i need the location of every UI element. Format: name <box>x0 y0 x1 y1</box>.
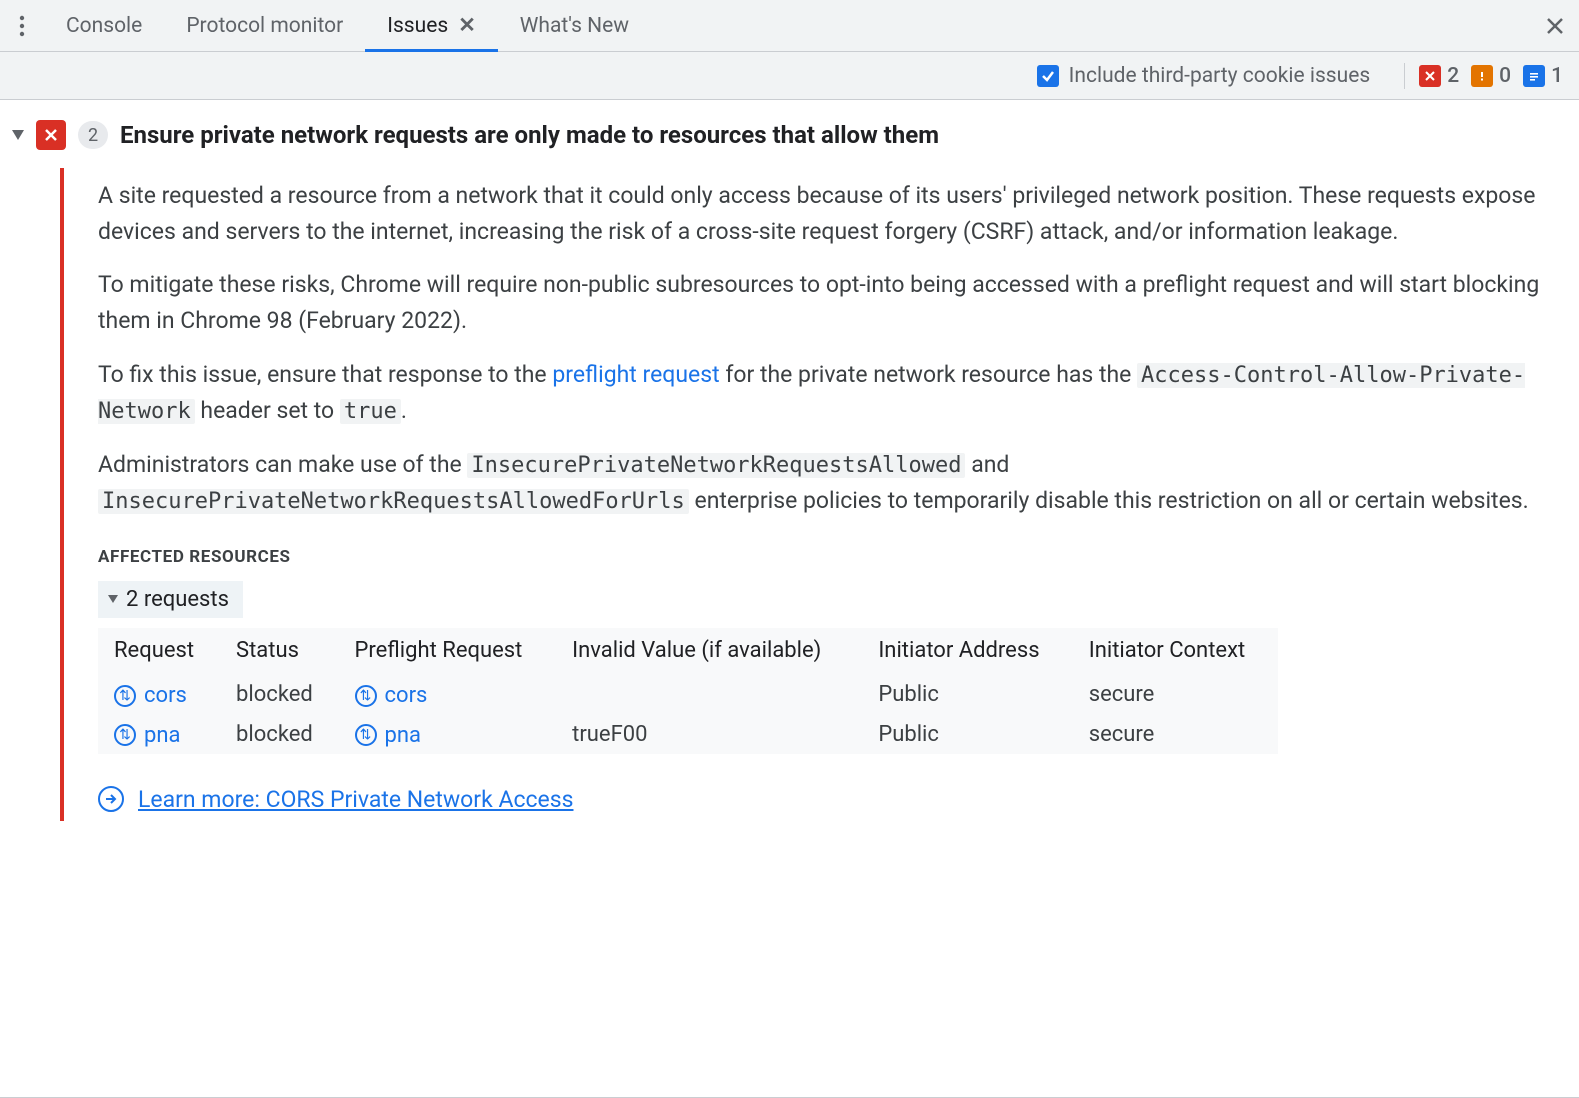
divider <box>1404 63 1405 89</box>
issues-toolbar: Include third-party cookie issues 2 0 1 <box>0 52 1579 100</box>
invalid-cell <box>556 675 862 715</box>
learn-more-row: Learn more: CORS Private Network Access <box>98 786 1555 813</box>
col-addr: Initiator Address <box>862 628 1072 675</box>
issue-description-1: A site requested a resource from a netwo… <box>98 178 1555 249</box>
issue-description-2: To mitigate these risks, Chrome will req… <box>98 267 1555 338</box>
tab-console[interactable]: Console <box>44 0 164 51</box>
code-policy-1: InsecurePrivateNetworkRequestsAllowed <box>467 453 965 478</box>
addr-cell: Public <box>862 675 1072 715</box>
learn-more-link[interactable]: Learn more: CORS Private Network Access <box>138 786 573 813</box>
col-ctx: Initiator Context <box>1073 628 1278 675</box>
code-policy-2: InsecurePrivateNetworkRequestsAllowedFor… <box>98 489 689 514</box>
issue-body: A site requested a resource from a netwo… <box>60 168 1555 821</box>
disclosure-triangle-icon <box>108 595 118 603</box>
issue-description-4: Administrators can make use of the Insec… <box>98 447 1555 519</box>
col-preflight: Preflight Request <box>339 628 557 675</box>
issue-header[interactable]: 2 Ensure private network requests are on… <box>12 120 1555 150</box>
request-link[interactable]: ⇅pna <box>114 723 180 748</box>
ctx-cell: secure <box>1073 675 1278 715</box>
issue-description-3: To fix this issue, ensure that response … <box>98 357 1555 429</box>
error-count[interactable]: 2 <box>1419 64 1459 88</box>
info-count[interactable]: 1 <box>1523 64 1563 88</box>
table-header-row: Request Status Preflight Request Invalid… <box>98 628 1278 675</box>
status-cell: blocked <box>220 714 338 754</box>
invalid-cell: trueF00 <box>556 714 862 754</box>
close-panel-button[interactable] <box>1531 0 1579 51</box>
disclosure-triangle-icon <box>12 130 24 140</box>
issue-counts: 2 0 1 <box>1419 64 1563 88</box>
preflight-link[interactable]: ⇅pna <box>355 723 421 748</box>
warning-count[interactable]: 0 <box>1471 64 1511 88</box>
issue-title: Ensure private network requests are only… <box>120 121 939 149</box>
more-tabs-button[interactable] <box>0 0 44 51</box>
status-cell: blocked <box>220 675 338 715</box>
warning-icon <box>1471 65 1493 87</box>
request-link[interactable]: ⇅cors <box>114 683 187 708</box>
include-third-party-checkbox[interactable]: Include third-party cookie issues <box>1037 64 1371 88</box>
issue-item: 2 Ensure private network requests are on… <box>12 120 1555 821</box>
issue-count-pill: 2 <box>78 121 108 149</box>
requests-toggle[interactable]: 2 requests <box>98 581 243 618</box>
request-icon: ⇅ <box>355 724 377 746</box>
request-icon: ⇅ <box>114 724 136 746</box>
affected-resources-label: AFFECTED RESOURCES <box>98 547 1555 567</box>
addr-cell: Public <box>862 714 1072 754</box>
col-invalid: Invalid Value (if available) <box>556 628 862 675</box>
request-icon: ⇅ <box>114 685 136 707</box>
col-status: Status <box>220 628 338 675</box>
preflight-request-link[interactable]: preflight request <box>552 361 719 388</box>
checkbox-checked-icon <box>1037 65 1059 87</box>
info-icon <box>1523 65 1545 87</box>
table-row: ⇅pna blocked ⇅pna trueF00 Public secure <box>98 714 1278 754</box>
tab-bar: Console Protocol monitor Issues ✕ What's… <box>0 0 1579 52</box>
preflight-link[interactable]: ⇅cors <box>355 683 428 708</box>
tab-whats-new[interactable]: What's New <box>498 0 651 51</box>
issues-panel[interactable]: 2 Ensure private network requests are on… <box>0 100 1579 1098</box>
error-icon <box>36 120 66 150</box>
ctx-cell: secure <box>1073 714 1278 754</box>
tab-issues[interactable]: Issues ✕ <box>365 0 498 51</box>
code-true: true <box>340 399 401 424</box>
col-request: Request <box>98 628 220 675</box>
tab-protocol-monitor[interactable]: Protocol monitor <box>164 0 365 51</box>
close-icon[interactable]: ✕ <box>458 13 476 38</box>
request-icon: ⇅ <box>355 685 377 707</box>
error-icon <box>1419 65 1441 87</box>
table-row: ⇅cors blocked ⇅cors Public secure <box>98 675 1278 715</box>
requests-table: Request Status Preflight Request Invalid… <box>98 628 1278 754</box>
arrow-right-circle-icon <box>98 786 124 812</box>
